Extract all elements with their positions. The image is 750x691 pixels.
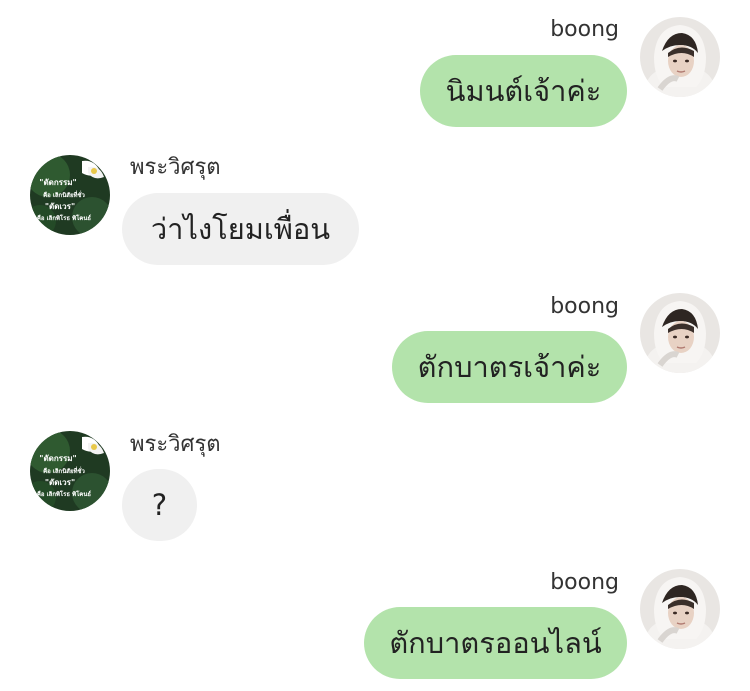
message-bubble-outgoing[interactable]: นิมนต์เจ้าค่ะ [420,55,627,127]
message-text: นิมนต์เจ้าค่ะ [445,74,602,108]
message-text: ว่าไงโยมเพื่อน [150,212,331,246]
avatar-caption-line: คือ เลิกพิโรธ พิโคนธ์ [37,214,92,222]
avatar-caption-line: "ตัดเวร" [45,478,75,487]
avatar-caption-line: "ตัดเวร" [45,202,75,211]
sender-name: boong [550,570,619,595]
message-text: ? [151,488,168,522]
message-text: ตักบาตรออนไลน์ [389,626,602,660]
message-bubble-incoming[interactable]: ? [122,469,197,541]
avatar-caption-line: "ตัดกรรม" [39,454,76,463]
sender-name: boong [550,17,619,42]
profile-photo-lotus-quote-icon[interactable]: "ตัดกรรม" คือ เลิกนิสัยที่ชั่ว "ตัดเวร" … [30,431,110,511]
message-bubble-outgoing[interactable]: ตักบาตรออนไลน์ [364,607,627,679]
avatar-caption-line: คือ เลิกพิโรธ พิโคนธ์ [37,490,92,498]
profile-photo-hooded-person-icon[interactable] [640,293,720,373]
avatar-caption-line: คือ เลิกนิสัยที่ชั่ว [43,190,85,199]
sender-name: boong [550,294,619,319]
profile-photo-hooded-person-icon[interactable] [640,569,720,649]
profile-photo-lotus-quote-icon[interactable]: "ตัดกรรม" คือ เลิกนิสัยที่ชั่ว "ตัดเวร" … [30,155,110,235]
message-bubble-outgoing[interactable]: ตักบาตรเจ้าค่ะ [392,331,627,403]
avatar-caption-line: "ตัดกรรม" [39,178,76,187]
sender-name: พระวิศรุต [130,432,221,457]
message-text: ตักบาตรเจ้าค่ะ [417,350,602,384]
avatar-caption-line: คือ เลิกนิสัยที่ชั่ว [43,466,85,475]
chat-window: boong นิมนต์เจ้าค่ะ พระวิศรุต ว่าไงโยมเพ… [0,0,750,691]
profile-photo-hooded-person-icon[interactable] [640,17,720,97]
sender-name: พระวิศรุต [130,155,221,180]
message-bubble-incoming[interactable]: ว่าไงโยมเพื่อน [122,193,359,265]
